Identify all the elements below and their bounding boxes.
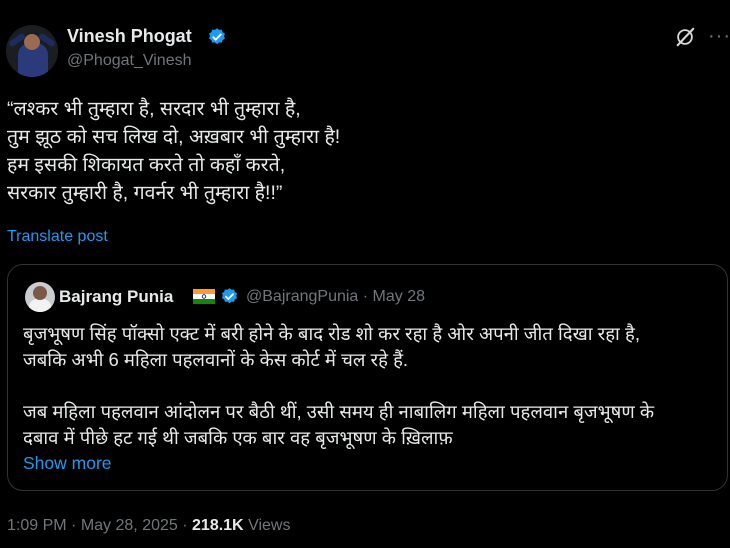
footer-separator: · xyxy=(71,517,77,534)
post-date[interactable]: May 28, 2025 xyxy=(81,517,178,534)
quoted-avatar-shirt xyxy=(29,299,51,312)
views-count: 218.1K xyxy=(192,517,244,534)
india-flag-icon xyxy=(193,289,215,304)
quoted-author-name[interactable]: Bajrang Punia xyxy=(59,287,173,307)
ellipsis-icon[interactable]: ··· xyxy=(708,25,730,48)
avatar-head xyxy=(24,34,40,50)
tweet-text: “लश्कर भी तुम्हारा है, सरदार भी तुम्हारा… xyxy=(7,98,341,204)
author-avatar[interactable] xyxy=(6,25,58,77)
quoted-author-avatar[interactable] xyxy=(25,282,55,312)
quoted-avatar-face xyxy=(33,286,47,300)
show-more-link[interactable]: Show more xyxy=(23,453,112,474)
author-name[interactable]: Vinesh Phogat xyxy=(67,26,192,47)
quoted-verified-badge-icon xyxy=(221,288,238,304)
quoted-date[interactable]: May 28 xyxy=(373,288,425,305)
post-time[interactable]: 1:09 PM xyxy=(7,517,67,534)
tweet-footer: 1:09 PM · May 28, 2025 · 218.1K Views xyxy=(7,517,290,535)
footer-separator: · xyxy=(182,517,188,534)
verified-badge-icon xyxy=(209,28,225,45)
grok-slash-icon[interactable] xyxy=(674,26,696,48)
quoted-handle[interactable]: @BajrangPunia xyxy=(246,288,358,305)
quoted-separator: · xyxy=(362,288,369,305)
quoted-text: बृजभूषण सिंह पॉक्सो एक्ट में बरी होने के… xyxy=(23,323,655,448)
quoted-tweet-card[interactable]: Bajrang Punia @BajrangPunia · May 28 बृज… xyxy=(7,264,728,491)
translate-post-link[interactable]: Translate post xyxy=(7,228,108,246)
quoted-meta: @BajrangPunia · May 28 xyxy=(246,288,425,306)
views-label: Views xyxy=(248,517,291,534)
author-handle[interactable]: @Phogat_Vinesh xyxy=(67,52,191,70)
